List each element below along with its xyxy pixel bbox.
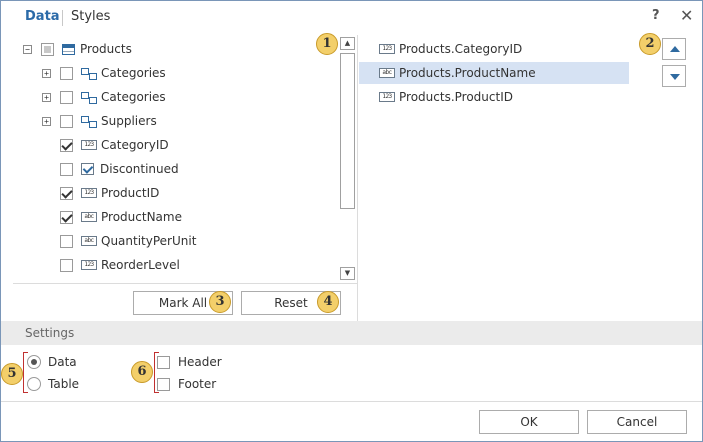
data-source-dialog: Data Styles ? ✕ − Products + Categories …	[0, 0, 703, 442]
arrow-down-icon	[670, 74, 680, 80]
number-field-icon: 123	[81, 260, 97, 270]
relation-icon	[81, 67, 97, 80]
tree-checkbox[interactable]	[60, 258, 73, 272]
callout-badge-3: 3	[209, 291, 231, 313]
tree-label: ProductID	[101, 186, 160, 200]
number-field-icon: 123	[81, 140, 97, 150]
tree-node-reorderlevel[interactable]: 123 ReorderLevel	[60, 255, 180, 275]
tree-label: QuantityPerUnit	[101, 234, 197, 248]
collapse-icon[interactable]: −	[23, 44, 32, 54]
tree-actions: Mark All Reset	[13, 283, 357, 321]
selected-field-row[interactable]: 123 Products.CategoryID	[359, 38, 629, 60]
tree-label: ReorderLevel	[101, 258, 180, 272]
tree-checkbox[interactable]	[60, 114, 73, 128]
option-label: Header	[178, 355, 222, 369]
tree-label: CategoryID	[101, 138, 169, 152]
option-label: Footer	[178, 377, 217, 391]
tree-checkbox[interactable]	[60, 162, 73, 176]
help-button[interactable]: ?	[652, 8, 660, 23]
selected-field-label: Products.ProductName	[399, 66, 536, 80]
option-header[interactable]: Header	[157, 352, 222, 372]
tree-node-categories-1[interactable]: + Categories	[42, 63, 166, 83]
callout-badge-6: 6	[131, 361, 153, 383]
ok-button[interactable]: OK	[479, 410, 579, 434]
callout-badge-1: 1	[316, 33, 338, 55]
selected-field-row[interactable]: 123 Products.ProductID	[359, 86, 629, 108]
settings-title: Settings	[25, 326, 75, 340]
dialog-header: Data Styles ? ✕	[1, 1, 702, 33]
tree-node-categoryid[interactable]: 123 CategoryID	[60, 135, 169, 155]
tree-scrollbar[interactable]: ▲ ▼	[340, 37, 355, 281]
scroll-down-icon[interactable]: ▼	[340, 267, 355, 280]
tree-checkbox[interactable]	[60, 186, 73, 200]
tab-data[interactable]: Data	[25, 9, 60, 24]
tree-label: Discontinued	[100, 162, 179, 176]
selected-field-label: Products.ProductID	[399, 90, 513, 104]
tree-label: Suppliers	[101, 114, 157, 128]
number-field-icon: 123	[81, 188, 97, 198]
expand-icon[interactable]: +	[42, 116, 51, 126]
selected-field-label: Products.CategoryID	[399, 42, 523, 56]
radio-data[interactable]: Data	[27, 352, 77, 372]
callout-badge-5: 5	[1, 363, 23, 385]
tree-node-suppliers[interactable]: + Suppliers	[42, 111, 157, 131]
radio-label: Table	[48, 377, 80, 391]
selected-fields-list: 123 Products.CategoryID abc Products.Pro…	[359, 35, 699, 321]
pane-divider	[357, 35, 358, 321]
callout-badge-4: 4	[317, 291, 339, 313]
tree-label: Categories	[101, 90, 166, 104]
field-tree: − Products + Categories + Categories + S…	[13, 35, 357, 281]
header-checkbox[interactable]	[157, 355, 170, 369]
number-field-icon: 123	[379, 92, 395, 102]
tree-node-productid[interactable]: 123 ProductID	[60, 183, 159, 203]
scroll-up-icon[interactable]: ▲	[340, 37, 355, 50]
expand-icon[interactable]: +	[42, 92, 51, 102]
tab-divider	[62, 10, 63, 26]
move-down-button[interactable]	[662, 65, 686, 87]
scroll-thumb[interactable]	[340, 53, 355, 209]
option-footer[interactable]: Footer	[157, 374, 216, 394]
relation-icon	[81, 115, 97, 128]
selected-field-row[interactable]: abc Products.ProductName	[359, 62, 629, 84]
text-field-icon: abc	[379, 68, 395, 78]
boolean-field-icon	[81, 163, 94, 175]
tree-checkbox[interactable]	[60, 138, 73, 152]
number-field-icon: 123	[379, 44, 395, 54]
text-field-icon: abc	[81, 212, 97, 222]
tree-node-products[interactable]: − Products	[23, 39, 132, 59]
tree-node-quantityperunit[interactable]: abc QuantityPerUnit	[60, 231, 196, 251]
footer-divider	[1, 401, 702, 402]
callout-badge-2: 2	[639, 33, 661, 55]
relation-icon	[81, 91, 97, 104]
tree-label-products: Products	[80, 42, 132, 56]
tree-checkbox[interactable]	[60, 90, 73, 104]
tree-checkbox[interactable]	[60, 234, 73, 248]
table-icon	[62, 43, 75, 55]
tree-node-categories-2[interactable]: + Categories	[42, 87, 166, 107]
move-up-button[interactable]	[662, 38, 686, 60]
text-field-icon: abc	[81, 236, 97, 246]
tree-checkbox[interactable]	[60, 66, 73, 80]
radio-button[interactable]	[27, 355, 41, 369]
tab-styles[interactable]: Styles	[71, 9, 110, 24]
expand-icon[interactable]: +	[42, 68, 51, 78]
tree-label: ProductName	[101, 210, 182, 224]
radio-table[interactable]: Table	[27, 374, 79, 394]
tree-checkbox-products[interactable]	[41, 42, 54, 56]
arrow-up-icon	[670, 46, 680, 52]
tree-node-productname[interactable]: abc ProductName	[60, 207, 182, 227]
tree-label: Categories	[101, 66, 166, 80]
radio-label: Data	[48, 355, 77, 369]
settings-header: Settings	[1, 321, 702, 345]
radio-button[interactable]	[27, 377, 41, 391]
footer-checkbox[interactable]	[157, 377, 170, 391]
cancel-button[interactable]: Cancel	[587, 410, 687, 434]
tree-checkbox[interactable]	[60, 210, 73, 224]
close-button[interactable]: ✕	[680, 6, 693, 25]
tree-node-discontinued[interactable]: Discontinued	[60, 159, 179, 179]
